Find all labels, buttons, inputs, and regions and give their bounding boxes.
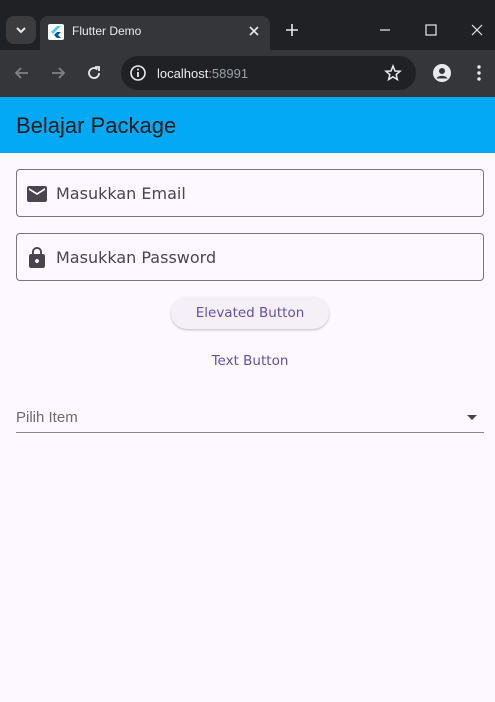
lock-icon bbox=[29, 247, 45, 268]
text-button[interactable]: Text Button bbox=[195, 345, 305, 377]
more-vert-icon[interactable] bbox=[469, 63, 489, 83]
profile-icon[interactable] bbox=[432, 63, 452, 83]
tab-search-button[interactable] bbox=[6, 16, 36, 44]
dropdown-hint: Pilih Item bbox=[16, 409, 78, 426]
url-text: localhost:58991 bbox=[157, 66, 248, 81]
window-close-icon[interactable] bbox=[467, 20, 487, 40]
chevron-down-icon bbox=[16, 27, 26, 34]
dropdown-arrow-icon bbox=[467, 415, 477, 420]
address-bar[interactable]: localhost:58991 bbox=[121, 56, 416, 90]
site-info-icon[interactable] bbox=[129, 64, 147, 82]
password-input[interactable] bbox=[56, 234, 476, 280]
email-icon bbox=[27, 186, 47, 202]
browser-tab[interactable]: Flutter Demo bbox=[40, 16, 270, 50]
page-title: Belajar Package bbox=[16, 113, 177, 138]
star-icon[interactable] bbox=[384, 64, 402, 82]
url-host: localhost bbox=[157, 66, 209, 81]
back-arrow-icon[interactable] bbox=[12, 63, 32, 83]
forward-arrow-icon[interactable] bbox=[48, 63, 68, 83]
reload-icon[interactable] bbox=[84, 63, 104, 83]
plus-icon[interactable] bbox=[282, 20, 302, 40]
minimize-icon[interactable] bbox=[375, 20, 395, 40]
app-bar: Belajar Package bbox=[0, 97, 495, 153]
browser-tab-bar: Flutter Demo bbox=[0, 0, 495, 50]
elevated-button[interactable]: Elevated Button bbox=[171, 297, 329, 329]
item-dropdown[interactable]: Pilih Item bbox=[16, 400, 484, 433]
maximize-icon[interactable] bbox=[421, 20, 441, 40]
email-input[interactable] bbox=[56, 170, 476, 216]
email-field[interactable] bbox=[16, 169, 484, 217]
url-port: :58991 bbox=[208, 66, 249, 81]
browser-toolbar: localhost:58991 bbox=[0, 50, 495, 97]
flutter-logo-icon bbox=[48, 24, 64, 40]
tab-title: Flutter Demo bbox=[72, 24, 142, 38]
password-field[interactable] bbox=[16, 233, 484, 281]
close-icon[interactable] bbox=[246, 23, 262, 39]
